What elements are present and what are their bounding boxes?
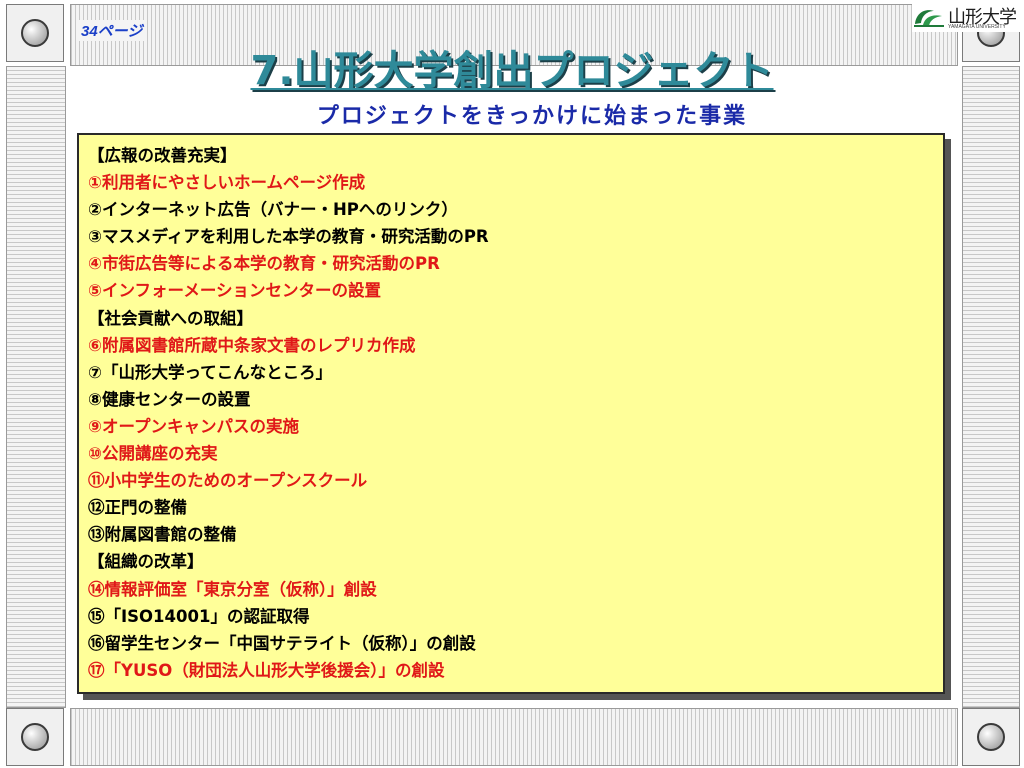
- list-item: ⑭情報評価室「東京分室（仮称）」創設: [88, 579, 377, 599]
- frame-band-left: [6, 66, 66, 708]
- frame-band-bottom: [70, 708, 958, 766]
- list-item: ⑩公開講座の充実: [88, 444, 218, 464]
- list-item: ⑦「山形大学ってこんなところ」: [88, 362, 333, 382]
- slide-title: 7.山形大学創出プロジェクト: [250, 48, 774, 94]
- project-list-box: 【広報の改善充実】 ①利用者にやさしいホームページ作成 ②インターネット広告（バ…: [77, 133, 945, 694]
- list-item: 【広報の改善充実】: [88, 146, 237, 165]
- list-item: ④市街広告等による本学の教育・研究活動のPR: [88, 254, 440, 274]
- list-item: ⑨オープンキャンパスの実施: [88, 416, 299, 436]
- frame-corner-bottom-left: [6, 708, 64, 766]
- list-item: ②インターネット広告（バナー・HPへのリンク）: [88, 200, 458, 220]
- university-logo: 山形大学 YAMAGATA UNIVERSITY: [912, 2, 1024, 32]
- list-item: ⑯留学生センター「中国サテライト（仮称）」の創設: [88, 633, 476, 653]
- circle-knob-icon: [21, 19, 49, 47]
- list-item: ⑬附属図書館の整備: [88, 525, 237, 545]
- frame-band-right: [962, 66, 1020, 708]
- list-item: ①利用者にやさしいホームページ作成: [88, 173, 366, 193]
- list-item: ⑪小中学生のためのオープンスクール: [88, 471, 368, 491]
- frame-corner-bottom-right: [962, 708, 1020, 766]
- list-item: ⑤インフォーメーションセンターの設置: [88, 281, 381, 301]
- circle-knob-icon: [21, 723, 49, 751]
- list-item: ⑮「ISO14001」の認証取得: [88, 606, 310, 626]
- page-number-label: 34ページ: [78, 20, 146, 41]
- logo-subtitle: YAMAGATA UNIVERSITY: [948, 24, 1006, 30]
- list-item: ⑰「YUSO（財団法人山形大学後援会）」の創設: [88, 660, 445, 680]
- list-item: ⑫正門の整備: [88, 498, 187, 518]
- slide-subtitle: プロジェクトをきっかけに始まった事業: [316, 104, 748, 129]
- list-item: ⑧健康センターの設置: [88, 389, 251, 409]
- list-item: ⑥附属図書館所蔵中条家文書のレプリカ作成: [88, 335, 416, 355]
- university-emblem-icon: [914, 10, 944, 27]
- list-item: 【社会貢献への取組】: [88, 308, 253, 328]
- list-item: ③マスメディアを利用した本学の教育・研究活動のPR: [88, 227, 489, 247]
- project-list: 【広報の改善充実】 ①利用者にやさしいホームページ作成 ②インターネット広告（バ…: [88, 142, 943, 684]
- list-item: 【組織の改革】: [88, 552, 204, 572]
- circle-knob-icon: [977, 723, 1005, 751]
